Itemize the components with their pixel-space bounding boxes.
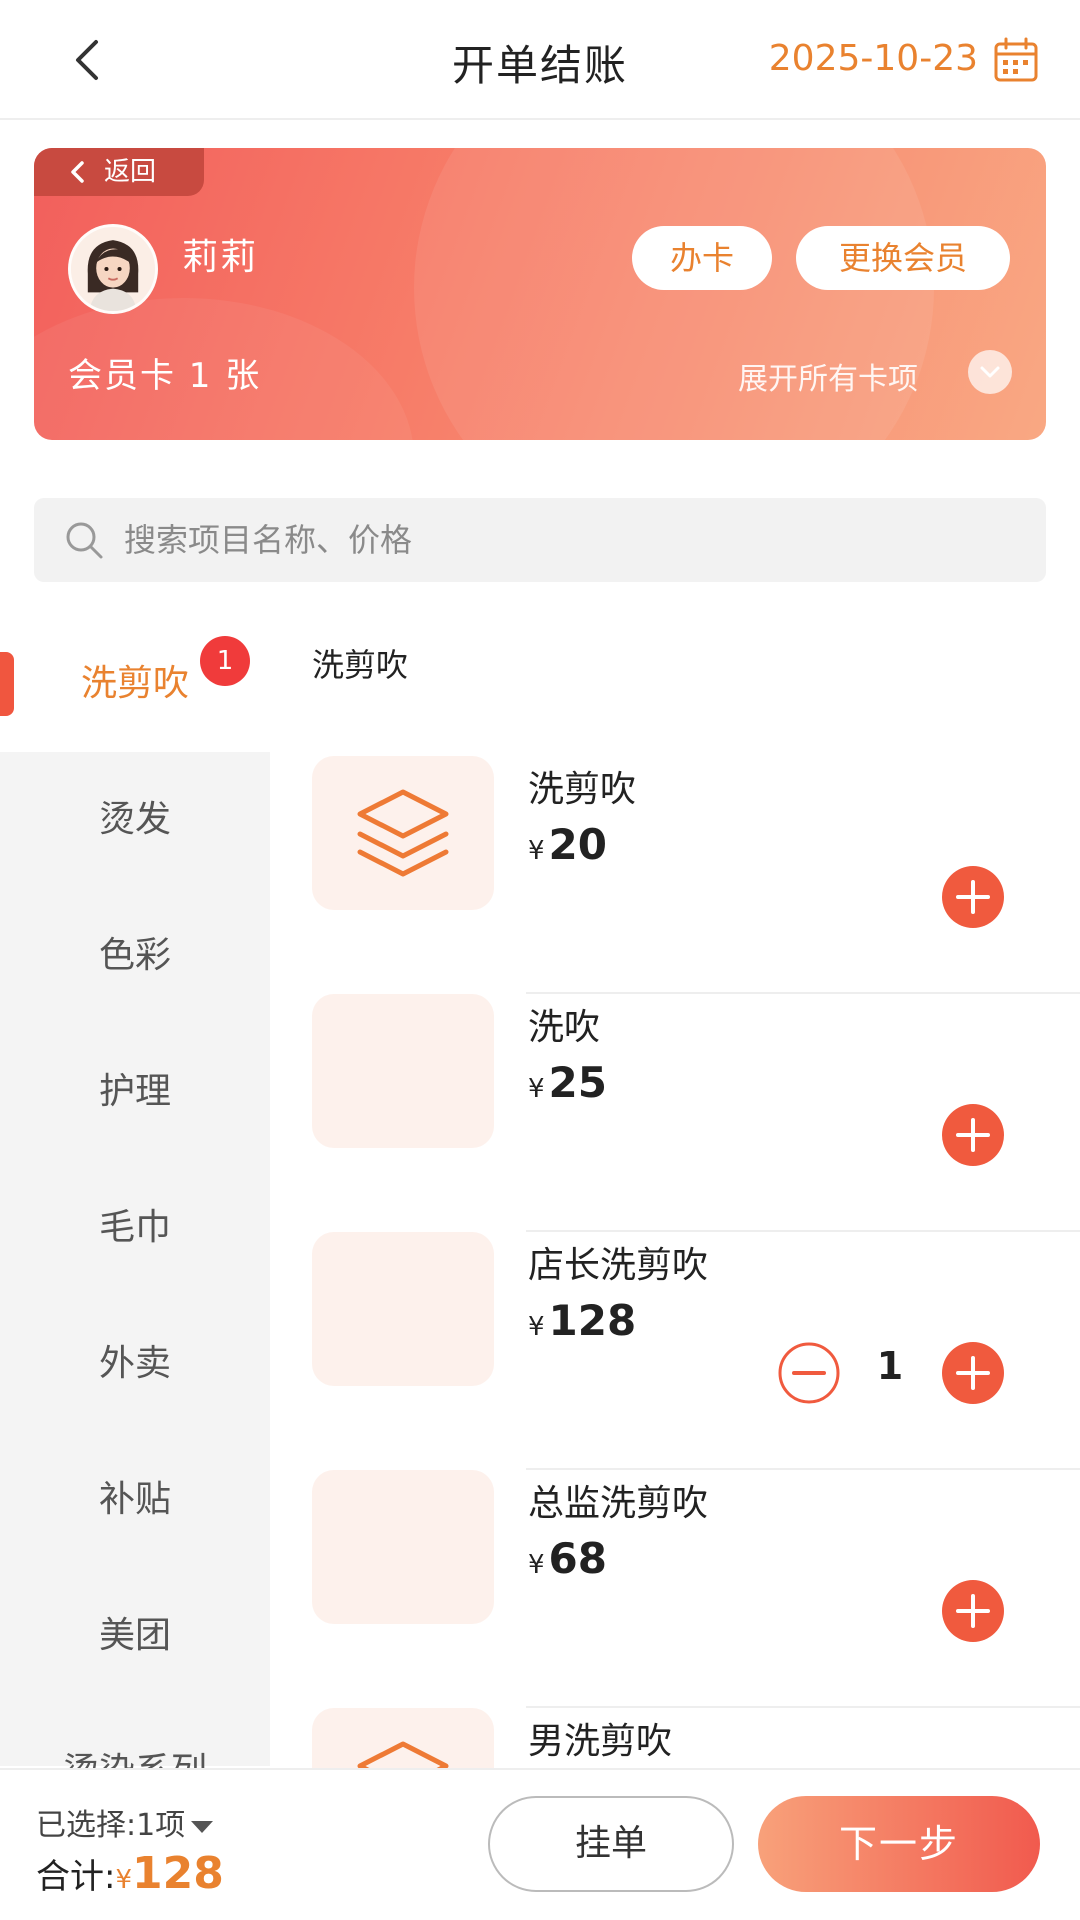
change-member-button[interactable]: 更换会员	[796, 226, 1010, 290]
service-thumbnail	[312, 1470, 494, 1624]
date-display[interactable]: 2025-10-23	[769, 38, 978, 79]
search-input[interactable]	[124, 498, 1024, 582]
service-item[interactable]: 店长洗剪吹 ¥128 1	[270, 1232, 1080, 1470]
service-price: ¥68	[528, 1534, 607, 1583]
card-back-label: 返回	[104, 157, 157, 187]
card-back-button[interactable]: 返回	[34, 148, 204, 196]
service-name: 洗吹	[528, 1007, 601, 1048]
currency-symbol: ¥	[528, 836, 545, 866]
card-count: 会员卡 1 张	[68, 356, 262, 396]
member-card: 返回 莉莉 办卡 更换会员 会员卡 1 张 展开所有卡项	[34, 148, 1046, 440]
service-price: ¥20	[528, 820, 607, 869]
service-thumbnail	[312, 756, 494, 910]
search-bar	[34, 498, 1046, 582]
selected-count: 已选择:1项	[36, 1808, 186, 1843]
service-thumbnail	[312, 994, 494, 1148]
hold-order-button[interactable]: 挂单	[488, 1796, 734, 1892]
quantity-value: 1	[876, 1344, 904, 1388]
service-name: 总监洗剪吹	[528, 1483, 709, 1524]
service-item[interactable]: 总监洗剪吹 ¥68	[270, 1470, 1080, 1708]
sidebar-item-wash-cut-blow[interactable]: 洗剪吹 1	[0, 616, 270, 752]
price-value: 68	[548, 1534, 607, 1583]
chevron-left-icon	[71, 161, 84, 183]
currency-symbol: ¥	[528, 1074, 545, 1104]
layers-icon	[357, 1741, 449, 1768]
top-bar: 开单结账 2025-10-23	[0, 0, 1080, 120]
sidebar-item-perm[interactable]: 烫发	[0, 752, 270, 888]
service-item[interactable]: 男洗剪吹	[270, 1708, 1080, 1768]
caret-down-icon	[191, 1820, 214, 1833]
category-sidebar: 洗剪吹 1 烫发 色彩 护理 毛巾 外卖 补贴 美团 烫染系列	[0, 616, 270, 1792]
service-price: ¥128	[528, 1296, 636, 1345]
add-icon[interactable]	[940, 1578, 1006, 1644]
currency-symbol: ¥	[528, 1312, 545, 1342]
remove-icon[interactable]	[776, 1340, 842, 1406]
count-badge: 1	[200, 636, 250, 686]
price-value: 20	[548, 820, 607, 869]
sidebar-item-label: 毛巾	[98, 1207, 171, 1248]
sidebar-item-label: 护理	[98, 1071, 171, 1112]
service-name: 洗剪吹	[528, 769, 637, 810]
next-step-button[interactable]: 下一步	[758, 1796, 1040, 1892]
search-icon	[66, 522, 103, 559]
open-card-button[interactable]: 办卡	[632, 226, 772, 290]
sidebar-item-color[interactable]: 色彩	[0, 888, 270, 1024]
total-value: 128	[132, 1848, 224, 1899]
price-value: 25	[548, 1058, 607, 1107]
sidebar-item-care[interactable]: 护理	[0, 1024, 270, 1160]
add-icon[interactable]	[940, 1102, 1006, 1168]
checkout-page: 开单结账 2025-10-23 返回 莉莉 办卡 更换会员 会员卡 1 张 展开…	[0, 0, 1080, 1920]
add-icon[interactable]	[940, 1340, 1006, 1406]
layers-icon	[357, 789, 449, 877]
service-item[interactable]: 洗剪吹 ¥20	[270, 756, 1080, 994]
calendar-icon[interactable]	[992, 36, 1040, 84]
service-name: 店长洗剪吹	[528, 1245, 709, 1286]
sidebar-item-label: 美团	[98, 1615, 171, 1656]
chevron-down-icon[interactable]	[968, 350, 1012, 394]
currency-symbol: ¥	[528, 1550, 545, 1580]
selected-summary[interactable]: 已选择:1项	[36, 1800, 214, 1844]
member-name: 莉莉	[182, 237, 259, 278]
avatar	[68, 224, 158, 314]
sidebar-item-meituan[interactable]: 美团	[0, 1568, 270, 1704]
sidebar-item-takeout[interactable]: 外卖	[0, 1296, 270, 1432]
service-price: ¥25	[528, 1058, 607, 1107]
sidebar-item-label: 洗剪吹	[80, 663, 189, 704]
sidebar-item-subsidy[interactable]: 补贴	[0, 1432, 270, 1568]
service-thumbnail	[312, 1708, 494, 1768]
sidebar-item-label: 烫发	[98, 799, 171, 840]
service-thumbnail	[312, 1232, 494, 1386]
price-value: 128	[548, 1296, 637, 1345]
active-indicator	[0, 652, 14, 716]
add-icon[interactable]	[940, 864, 1006, 930]
currency-symbol: ¥	[115, 1865, 133, 1895]
category-title: 洗剪吹	[312, 646, 409, 684]
service-item[interactable]: 洗吹 ¥25	[270, 994, 1080, 1232]
sidebar-item-towel[interactable]: 毛巾	[0, 1160, 270, 1296]
sidebar-item-label: 色彩	[98, 935, 171, 976]
checkout-bar: 已选择:1项 合计:¥128 挂单 下一步	[0, 1768, 1080, 1920]
sidebar-item-label: 外卖	[98, 1343, 171, 1384]
total-label: 合计:	[36, 1857, 116, 1897]
service-name: 男洗剪吹	[528, 1721, 673, 1762]
total-amount: 合计:¥128	[36, 1848, 224, 1899]
sidebar-item-label: 补贴	[98, 1479, 171, 1520]
expand-cards-link[interactable]: 展开所有卡项	[738, 354, 918, 398]
